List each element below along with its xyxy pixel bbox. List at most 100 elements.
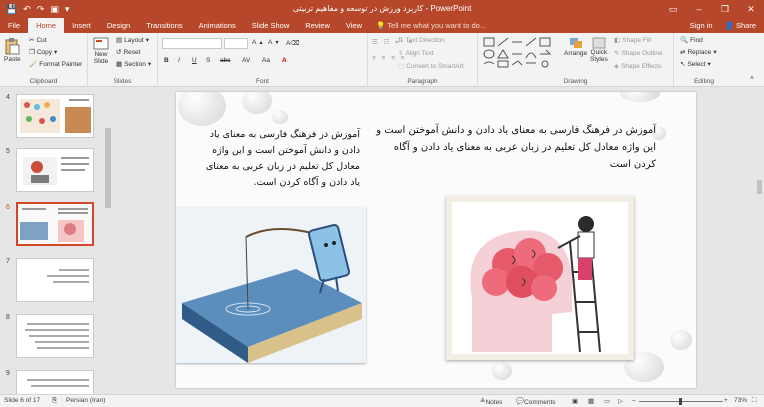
language-indicator[interactable]: Persian (Iran) — [66, 397, 105, 404]
change-case-button[interactable]: Aa — [262, 57, 270, 64]
zoom-in-button[interactable]: + — [724, 397, 728, 404]
shape-fill-button[interactable]: ◧ Shape Fill — [614, 36, 651, 45]
save-icon[interactable]: 💾 — [6, 4, 17, 15]
shape-effects-label: Shape Effects — [621, 62, 662, 70]
reading-view-icon[interactable]: ▭ — [604, 397, 610, 405]
paste-button[interactable]: Paste — [4, 37, 21, 63]
font-color-button[interactable]: A — [282, 57, 287, 64]
thumbnails-scroll-thumb[interactable] — [105, 128, 111, 208]
normal-view-icon[interactable]: ▣ — [572, 397, 578, 405]
editing-group: 🔍 Find ⇄ Replace ▾ ↖ Select ▾ Editing — [674, 33, 734, 87]
tab-file[interactable]: File — [0, 18, 28, 33]
italic-button[interactable]: I — [178, 57, 180, 64]
slide-sorter-icon[interactable]: ▦ — [588, 397, 594, 405]
thumbnail-number: 4 — [6, 94, 10, 101]
thumbnail-slide-4[interactable] — [16, 94, 94, 138]
slide-scroll-thumb[interactable] — [757, 180, 762, 194]
tab-insert[interactable]: Insert — [64, 18, 99, 33]
slide-text-right[interactable]: آموزش در فرهنگ فارسی به معنای یاد دادن و… — [372, 122, 656, 173]
select-button[interactable]: ↖ Select ▾ — [680, 60, 711, 69]
tab-transitions[interactable]: Transitions — [138, 18, 190, 33]
zoom-level[interactable]: 73% — [734, 397, 747, 404]
brain-learning-picture[interactable] — [446, 196, 634, 360]
cut-button[interactable]: ✂ Cut — [29, 36, 47, 45]
tab-slide-show[interactable]: Slide Show — [244, 18, 298, 33]
ribbon-display-icon[interactable]: ▭ — [660, 0, 686, 18]
font-group: A ▲ A ▼ A⌫ B I U S abc AV Aa A Font — [158, 33, 368, 87]
new-slide-button[interactable]: New Slide — [93, 37, 109, 65]
layout-label: Layout — [124, 36, 144, 44]
strikethrough-button[interactable]: abc — [220, 57, 230, 64]
tab-home[interactable]: Home — [28, 18, 65, 33]
zoom-slider-thumb[interactable] — [679, 398, 682, 405]
redo-icon[interactable]: ↷ — [37, 4, 45, 15]
share-button[interactable]: 👤 Share — [725, 18, 756, 33]
text-direction-button[interactable]: ⇅ Text Direction — [398, 36, 445, 45]
comments-button[interactable]: 💬 Comments — [516, 397, 556, 406]
minimize-button[interactable]: – — [686, 0, 712, 18]
decrease-font-icon[interactable]: A ▼ — [268, 39, 280, 46]
thumbnail-slide-6[interactable] — [16, 202, 94, 246]
font-name-box[interactable] — [162, 38, 222, 49]
fit-slide-icon[interactable]: ⛶ — [752, 397, 757, 405]
scissors-icon: ✂ — [29, 37, 35, 44]
thumbnail-8-image — [25, 323, 89, 349]
sign-in-link[interactable]: Sign in — [690, 18, 713, 33]
thumbnail-slide-8[interactable] — [16, 314, 94, 358]
replace-button[interactable]: ⇄ Replace ▾ — [680, 48, 717, 57]
smartart-label: Convert to SmartArt — [406, 62, 464, 70]
shape-outline-button[interactable]: ✎ Shape Outline — [614, 49, 663, 58]
thumbnail-slide-9[interactable] — [16, 370, 94, 394]
slide-text-left[interactable]: آموزش در فرهنگ فارسی به معنای یاد دادن و… — [200, 127, 360, 191]
thumbnail-slide-7[interactable] — [16, 258, 94, 302]
tab-review[interactable]: Review — [297, 18, 338, 33]
quick-styles-label: Quick — [590, 49, 608, 56]
find-button[interactable]: 🔍 Find — [680, 36, 703, 45]
section-button[interactable]: ▦ Section ▾ — [116, 60, 151, 69]
person-icon: 👤 — [724, 21, 734, 30]
thumbnail-5-image — [23, 157, 89, 185]
tell-me-box[interactable]: 💡 Tell me what you want to do... — [376, 18, 486, 33]
customize-qat-icon[interactable]: ▾ — [65, 4, 70, 15]
tab-animations[interactable]: Animations — [191, 18, 244, 33]
thumbnails-scrollbar[interactable] — [105, 88, 111, 394]
tab-view[interactable]: View — [338, 18, 370, 33]
tab-design[interactable]: Design — [99, 18, 138, 33]
notes-button[interactable]: ≙ Notes — [480, 397, 502, 406]
proofing-icon[interactable]: ⎘ — [52, 397, 57, 405]
shape-effects-button[interactable]: ◈ Shape Effects — [614, 62, 662, 71]
new-slide-label: New — [94, 51, 108, 58]
ribbon: Paste ✂ Cut ❐ Copy ▾ 🖌 Format Painter Clipbo… — [0, 33, 764, 87]
underline-button[interactable]: U — [192, 57, 197, 64]
convert-smartart-button[interactable]: ⬚ Convert to SmartArt — [398, 62, 464, 71]
zoom-out-button[interactable]: – — [632, 397, 636, 404]
thumbnail-slide-5[interactable] — [16, 148, 94, 192]
font-size-box[interactable] — [224, 38, 248, 49]
slide-scrollbar[interactable] — [755, 88, 764, 394]
select-label: Select — [687, 60, 706, 68]
reset-button[interactable]: ↺ Reset — [116, 48, 140, 57]
layout-button[interactable]: ▤ Layout ▾ — [116, 36, 149, 45]
window-title: کاربرد ورزش در توسعه و مفاهیم تربیتی - P… — [292, 4, 472, 13]
shapes-gallery[interactable] — [482, 36, 558, 68]
restore-button[interactable]: ❐ — [712, 0, 738, 18]
book-fishing-picture[interactable] — [176, 207, 366, 363]
slide-canvas[interactable]: آموزش در فرهنگ فارسی به معنای یاد دادن و… — [176, 92, 696, 388]
collapse-ribbon-icon[interactable]: ˄ — [750, 75, 754, 82]
slideshow-view-icon[interactable]: ▷ — [618, 397, 623, 405]
editing-label: Editing — [694, 78, 714, 85]
undo-icon[interactable]: ↶ — [23, 4, 31, 15]
present-icon[interactable]: ▣ — [50, 4, 59, 15]
clear-format-icon[interactable]: A⌫ — [286, 39, 300, 47]
shadow-button[interactable]: S — [206, 57, 210, 64]
format-painter-button[interactable]: 🖌 Format Painter — [29, 60, 82, 69]
char-spacing-button[interactable]: AV — [242, 57, 250, 64]
copy-button[interactable]: ❐ Copy ▾ — [29, 48, 57, 57]
increase-font-icon[interactable]: A ▲ — [252, 39, 264, 46]
bold-button[interactable]: B — [164, 57, 169, 64]
close-button[interactable]: ✕ — [738, 0, 764, 18]
brain-ladder-illustration — [470, 216, 601, 353]
align-text-button[interactable]: ⇳ Align Text — [398, 49, 434, 58]
quick-styles-button[interactable]: Quick Styles — [590, 37, 608, 63]
arrange-button[interactable]: Arrange — [564, 37, 587, 57]
